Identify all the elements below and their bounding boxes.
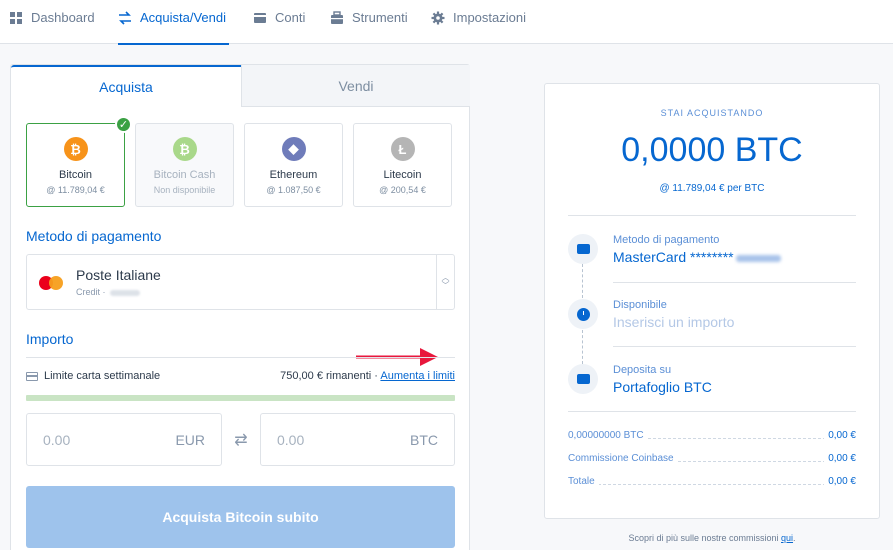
card-icon: [568, 234, 598, 264]
grid-icon: [10, 12, 22, 24]
order-summary-panel: STAI ACQUISTANDO 0,0000 BTC @ 11.789,04 …: [544, 83, 880, 519]
summary-row: Commissione Coinbase 0,00 €: [568, 453, 856, 464]
top-navigation: Dashboard Acquista/Vendi Conti Strumenti…: [0, 0, 893, 45]
nav-label: Conti: [275, 10, 306, 25]
summary-rate: @ 11.789,04 € per BTC: [659, 183, 765, 194]
step-value: Portafoglio BTC: [613, 379, 712, 395]
btc-currency: BTC: [410, 432, 438, 448]
gear-icon: [431, 11, 445, 25]
wallet-icon: [568, 364, 598, 394]
eur-value: 0.00: [43, 432, 71, 448]
payment-method-name: Poste Italiane: [76, 267, 161, 283]
eur-currency: EUR: [175, 432, 205, 448]
limit-label: Limite carta settimanale: [44, 370, 161, 382]
ethereum-icon: ◆: [281, 137, 306, 161]
step-connector: [582, 264, 583, 298]
toolbox-icon: [331, 11, 343, 24]
payment-method-heading: Metodo di pagamento: [26, 228, 162, 244]
nav-label: Dashboard: [31, 10, 95, 25]
swap-icon: [119, 11, 131, 25]
coin-card-bitcoin[interactable]: ✓ ₿ Bitcoin @ 11.789,04 €: [26, 116, 132, 207]
summary-row-value: 0,00 €: [824, 453, 856, 464]
coin-price: Non disponibile: [153, 185, 216, 195]
chevron-updown-icon[interactable]: ︿ ﹀: [436, 255, 454, 309]
litecoin-icon: Ł: [390, 137, 415, 161]
coin-name: Ethereum: [269, 169, 318, 181]
nav-label: Impostazioni: [453, 10, 526, 25]
divider: [613, 282, 856, 283]
summary-amount: 0,0000 BTC: [621, 131, 803, 169]
coin-name: Litecoin: [383, 169, 422, 181]
step-value: Inserisci un importo: [613, 314, 735, 330]
weekly-limit-row: Limite carta settimanale 750,00 € rimane…: [26, 370, 455, 382]
payment-method-type: Credit ·: [76, 287, 140, 297]
fees-link[interactable]: qui: [781, 533, 793, 543]
bitcoin-cash-icon: ₿: [172, 137, 197, 161]
step-label: Disponibile: [613, 299, 667, 311]
coin-name: Bitcoin Cash: [153, 169, 216, 181]
btc-amount-input[interactable]: 0.00 BTC: [260, 413, 455, 466]
clock-icon: [568, 299, 598, 329]
divider: [568, 411, 856, 412]
bitcoin-icon: ₿: [63, 137, 88, 161]
summary-row: Totale 0,00 €: [568, 476, 856, 487]
coin-price: @ 11.789,04 €: [46, 185, 105, 195]
card-icon: [26, 371, 38, 381]
step-value: MasterCard ********: [613, 249, 781, 265]
check-icon: ✓: [115, 116, 132, 133]
nav-label: Acquista/Vendi: [140, 10, 227, 25]
nav-dashboard[interactable]: Dashboard: [9, 0, 95, 44]
limit-remaining: 750,00 € rimanenti ·: [280, 370, 378, 382]
nav-accounts[interactable]: Conti: [253, 0, 305, 44]
amount-heading: Importo: [26, 331, 74, 347]
tab-sell[interactable]: Vendi: [241, 65, 470, 107]
payment-method-select[interactable]: Poste Italiane Credit · ︿ ﹀: [26, 254, 455, 310]
redacted-number: [735, 254, 781, 262]
btc-value: 0.00: [277, 432, 305, 448]
nav-settings[interactable]: Impostazioni: [431, 0, 526, 44]
summary-row: 0,00000000 BTC 0,00 €: [568, 430, 856, 441]
buy-sell-panel: Acquista Vendi ✓ ₿ Bitcoin @ 11.789,04 €…: [10, 64, 470, 550]
fees-note: Scopri di più sulle nostre commissioni q…: [628, 533, 796, 543]
limit-info: 750,00 € rimanenti · Aumenta i limiti: [280, 370, 455, 382]
step-label: Deposita su: [613, 364, 672, 376]
buy-now-button[interactable]: Acquista Bitcoin subito: [26, 486, 455, 548]
coin-name: Bitcoin: [58, 169, 93, 181]
swap-currency-icon[interactable]: ⇄: [229, 430, 253, 450]
divider: [568, 215, 856, 216]
summary-row-label: Totale: [568, 476, 599, 487]
step-label: Metodo di pagamento: [613, 234, 720, 246]
summary-row-label: Commissione Coinbase: [568, 453, 678, 464]
summary-row-value: 0,00 €: [824, 430, 856, 441]
tab-buy[interactable]: Acquista: [11, 65, 241, 107]
redacted-number: [109, 289, 140, 296]
summary-row-value: 0,00 €: [824, 476, 856, 487]
wallet-icon: [254, 13, 266, 23]
increase-limits-link[interactable]: Aumenta i limiti: [380, 370, 455, 382]
divider: [613, 346, 856, 347]
coin-card-litecoin[interactable]: Ł Litecoin @ 200,54 €: [353, 123, 452, 207]
nav-tools[interactable]: Strumenti: [330, 0, 408, 44]
summary-row-label: 0,00000000 BTC: [568, 430, 648, 441]
coin-card-bitcoin-cash: ₿ Bitcoin Cash Non disponibile: [135, 123, 234, 207]
coin-price: @ 1.087,50 €: [266, 185, 321, 195]
step-connector: [582, 330, 583, 364]
nav-buy-sell[interactable]: Acquista/Vendi: [118, 0, 229, 45]
coin-price: @ 200,54 €: [379, 185, 426, 195]
eur-amount-input[interactable]: 0.00 EUR: [26, 413, 222, 466]
nav-label: Strumenti: [352, 10, 408, 25]
limit-progress-bar: [26, 395, 455, 401]
mastercard-icon: [39, 276, 67, 290]
summary-heading: STAI ACQUISTANDO: [660, 108, 764, 118]
divider: [26, 357, 455, 358]
coin-card-ethereum[interactable]: ◆ Ethereum @ 1.087,50 €: [244, 123, 343, 207]
